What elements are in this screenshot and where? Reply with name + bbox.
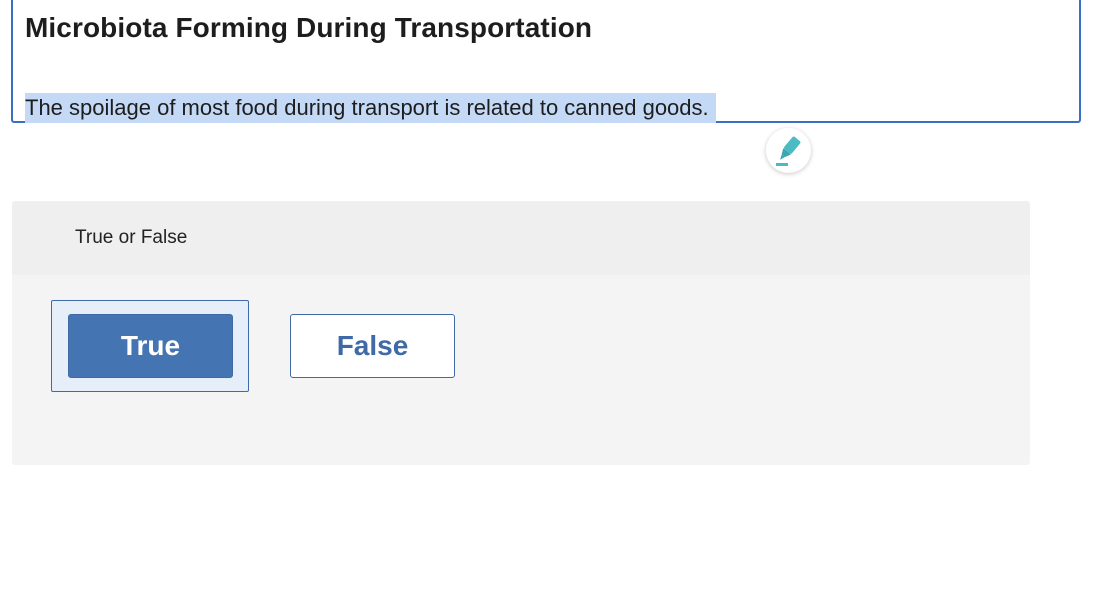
true-button[interactable]: True [68,314,233,378]
question-text[interactable]: The spoilage of most food during transpo… [25,93,716,123]
question-title: Microbiota Forming During Transportation [25,12,593,43]
highlighter-button[interactable] [766,128,811,173]
answer-type-label: True or False [75,227,188,248]
answer-panel: True or False True False [12,201,1030,465]
false-button[interactable]: False [290,314,455,378]
question-box: Microbiota Forming During Transportation… [11,0,1081,123]
answer-header: True or False [12,201,1030,275]
page: Microbiota Forming During Transportation… [0,0,1108,594]
highlighter-marker-icon [775,136,800,166]
